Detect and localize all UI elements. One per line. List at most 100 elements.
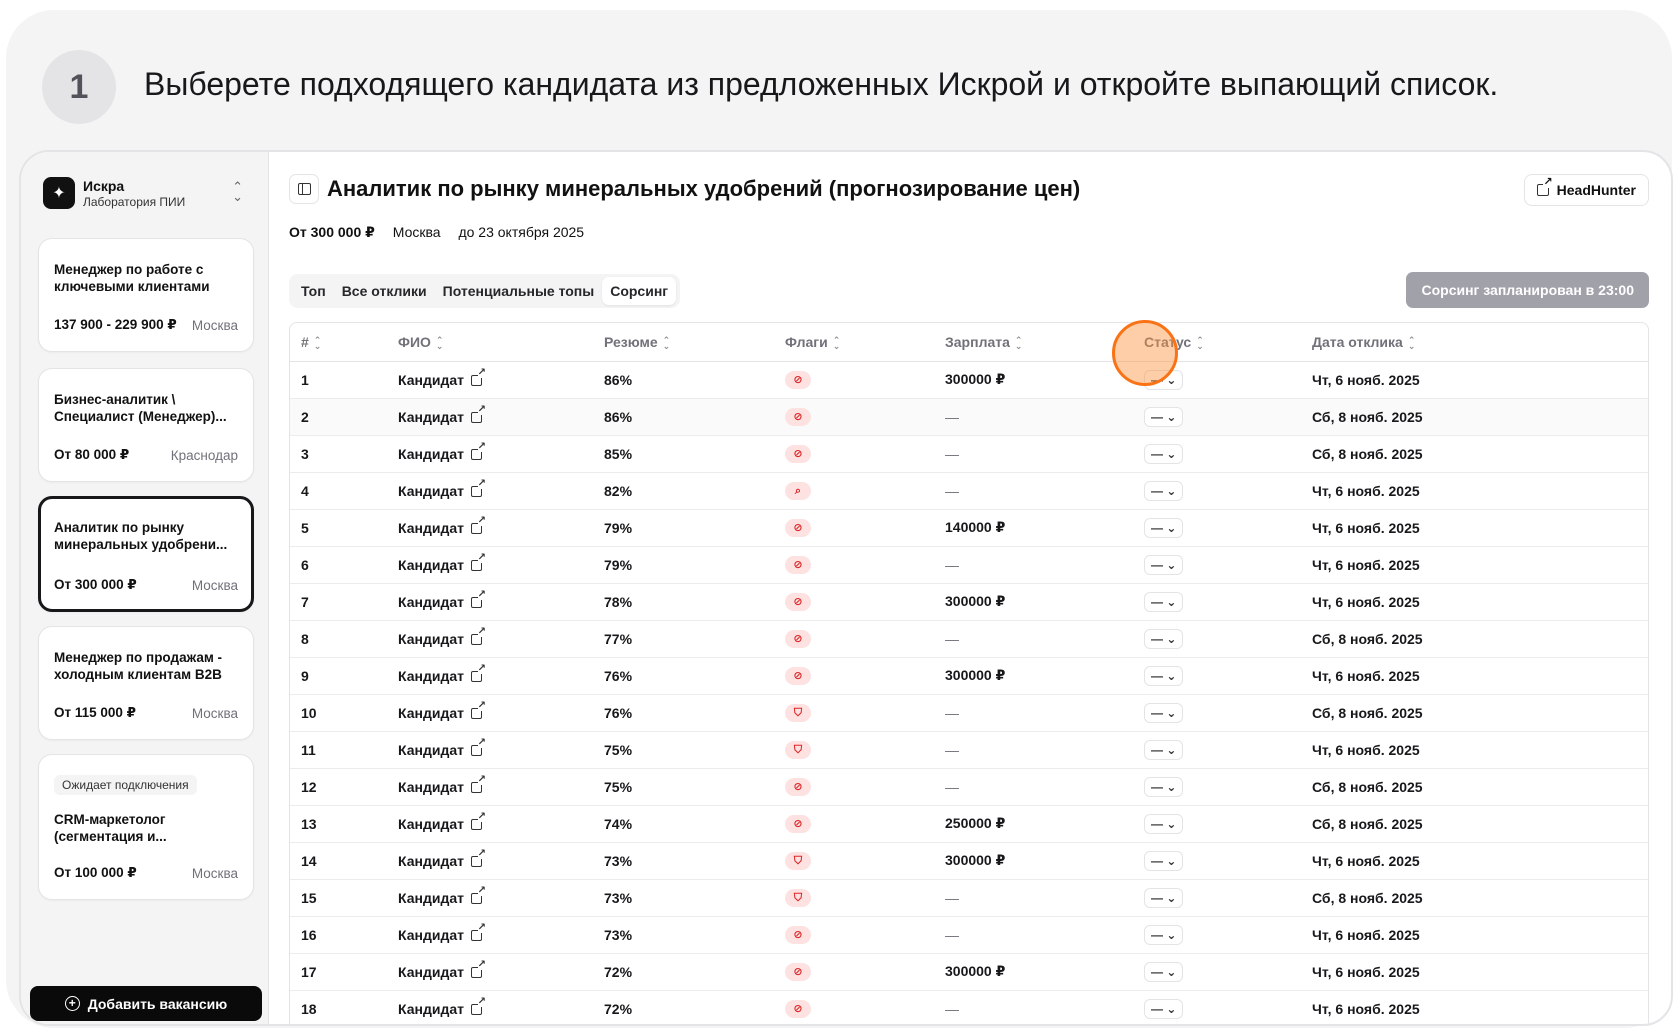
table-row[interactable]: 10Кандидат76%⛉—— ⌄Сб, 8 нояб. 2025 <box>290 694 1648 732</box>
column-header-name[interactable]: ФИО ⌃ ⌄ <box>387 323 593 362</box>
candidate-name[interactable]: Кандидат <box>387 583 593 621</box>
column-header-resume[interactable]: Резюме ⌃ ⌄ <box>593 323 774 362</box>
vacancy-card[interactable]: Ожидает подключения CRM-маркетолог (сегм… <box>38 754 254 900</box>
external-link-icon[interactable] <box>470 885 486 904</box>
status-dropdown[interactable]: — ⌄ <box>1144 850 1184 871</box>
block-flag-icon[interactable]: ⊘ <box>785 667 811 686</box>
sourcing-scheduled-button[interactable]: Сорсинг запланирован в 23:00 <box>1406 272 1649 308</box>
status-dropdown[interactable]: — ⌄ <box>1144 480 1184 501</box>
candidate-name[interactable]: Кандидат <box>387 916 593 954</box>
status-dropdown[interactable]: — ⌄ <box>1144 813 1184 834</box>
shield-flag-icon[interactable]: ⛉ <box>785 852 811 871</box>
status-dropdown[interactable]: — ⌄ <box>1144 517 1184 538</box>
table-row[interactable]: 11Кандидат75%⛉—— ⌄Чт, 6 нояб. 2025 <box>290 731 1648 769</box>
candidate-name[interactable]: Кандидат <box>387 398 593 436</box>
candidate-name[interactable]: Кандидат <box>387 620 593 658</box>
table-row[interactable]: 2Кандидат86%⊘—— ⌄Сб, 8 нояб. 2025 <box>290 398 1648 436</box>
headhunter-button[interactable]: HeadHunter <box>1523 174 1649 206</box>
candidate-name[interactable]: Кандидат <box>387 694 593 732</box>
external-link-icon[interactable] <box>470 515 486 534</box>
status-dropdown[interactable]: — ⌄ <box>1144 406 1184 427</box>
table-row[interactable]: 3Кандидат85%⊘—— ⌄Сб, 8 нояб. 2025 <box>290 435 1648 473</box>
shield-flag-icon[interactable]: ⛉ <box>785 704 811 723</box>
status-dropdown[interactable]: — ⌄ <box>1144 554 1184 575</box>
org-switcher[interactable]: ✦ Искра Лаборатория ПИИ ⌃ ⌄ <box>43 174 253 212</box>
status-dropdown[interactable]: — ⌄ <box>1144 887 1184 908</box>
external-link-icon[interactable] <box>470 367 486 386</box>
external-link-icon[interactable] <box>470 959 486 978</box>
tab-top[interactable]: Топ <box>293 277 334 305</box>
table-row[interactable]: 18Кандидат72%⊘—— ⌄Чт, 6 нояб. 2025 <box>290 990 1648 1024</box>
candidate-name[interactable]: Кандидат <box>387 435 593 473</box>
tab-sourcing[interactable]: Сорсинг <box>602 277 677 305</box>
block-flag-icon[interactable]: ⊘ <box>785 556 811 575</box>
external-link-icon[interactable] <box>470 552 486 571</box>
vacancy-card[interactable]: Бизнес-аналитик \ Специалист (Менеджер).… <box>38 368 254 482</box>
table-row[interactable]: 8Кандидат77%⊘—— ⌄Сб, 8 нояб. 2025 <box>290 620 1648 658</box>
status-dropdown[interactable]: — ⌄ <box>1144 998 1184 1019</box>
external-link-icon[interactable] <box>470 996 486 1015</box>
block-flag-icon[interactable]: ⊘ <box>785 408 811 427</box>
external-link-icon[interactable] <box>470 922 486 941</box>
table-row[interactable]: 17Кандидат72% ⊘ 300000 ₽ — ⌄ Чт, 6 нояб. 202… <box>290 953 1648 991</box>
external-link-icon[interactable] <box>470 737 486 756</box>
vacancy-card[interactable]: Менеджер по продажам - холодным клиентам… <box>38 626 254 740</box>
external-link-icon[interactable] <box>470 811 486 830</box>
candidate-name[interactable]: Кандидат <box>387 879 593 917</box>
status-dropdown[interactable]: — ⌄ <box>1144 702 1184 723</box>
candidate-name[interactable]: Кандидат <box>387 657 593 695</box>
block-flag-icon[interactable]: ⊘ <box>785 519 811 538</box>
tab-potential-tops[interactable]: Потенциальные топы <box>435 277 603 305</box>
column-header-salary[interactable]: Зарплата ⌃ ⌄ <box>934 323 1133 362</box>
add-vacancy-button[interactable]: + Добавить вакансию <box>30 986 262 1021</box>
column-header-number[interactable]: # ⌃ ⌄ <box>290 323 387 362</box>
candidate-name[interactable]: Кандидат <box>387 768 593 806</box>
status-dropdown[interactable]: — ⌄ <box>1144 739 1184 760</box>
table-row[interactable]: 7Кандидат78% ⊘ 300000 ₽ — ⌄ Чт, 6 нояб. 2025 <box>290 583 1648 621</box>
block-flag-icon[interactable]: ⊘ <box>785 1000 811 1019</box>
shield-flag-icon[interactable]: ⛉ <box>785 741 811 760</box>
candidate-name[interactable]: Кандидат <box>387 546 593 584</box>
column-header-date[interactable]: Дата отклика ⌃ ⌄ <box>1301 323 1648 362</box>
status-dropdown[interactable]: — ⌄ <box>1144 961 1184 982</box>
candidate-name[interactable]: Кандидат <box>387 472 593 510</box>
table-row[interactable]: 15Кандидат73%⛉—— ⌄Сб, 8 нояб. 2025 <box>290 879 1648 917</box>
shield-flag-icon[interactable]: ⛉ <box>785 889 811 908</box>
status-dropdown[interactable]: — ⌄ <box>1144 665 1184 686</box>
status-dropdown[interactable]: — ⌄ <box>1144 443 1184 464</box>
external-link-icon[interactable] <box>470 441 486 460</box>
status-dropdown[interactable]: — ⌄ <box>1144 628 1184 649</box>
external-link-icon[interactable] <box>470 700 486 719</box>
vacancy-card[interactable]: Менеджер по работе с ключевыми клиентами… <box>38 238 254 352</box>
status-dropdown[interactable]: — ⌄ <box>1144 591 1184 612</box>
block-flag-icon[interactable]: ⊘ <box>785 630 811 649</box>
block-flag-icon[interactable]: ⊘ <box>785 815 811 834</box>
block-flag-icon[interactable]: ⊘ <box>785 778 811 797</box>
block-flag-icon[interactable]: ⊘ <box>785 445 811 464</box>
block-flag-icon[interactable]: ⊘ <box>785 926 811 945</box>
tab-all-responses[interactable]: Все отклики <box>334 277 435 305</box>
candidate-name[interactable]: Кандидат <box>387 509 593 547</box>
status-dropdown[interactable]: — ⌄ <box>1144 776 1184 797</box>
block-flag-icon[interactable]: ⊘ <box>785 593 811 612</box>
external-link-icon[interactable] <box>470 404 486 423</box>
candidate-name[interactable]: Кандидат <box>387 731 593 769</box>
candidate-name[interactable]: Кандидат <box>387 805 593 843</box>
vacancy-card-active[interactable]: Аналитик по рынку минеральных удобрени..… <box>38 496 254 612</box>
candidate-name[interactable]: Кандидат <box>387 842 593 880</box>
block-flag-icon[interactable]: ⊘ <box>785 963 811 982</box>
status-dropdown[interactable]: — ⌄ <box>1144 924 1184 945</box>
table-row[interactable]: 14Кандидат73% ⛉ 300000 ₽ — ⌄ Чт, 6 нояб. 202… <box>290 842 1648 880</box>
table-row[interactable]: 5Кандидат79% ⊘ 140000 ₽ — ⌄ Чт, 6 нояб. 2025 <box>290 509 1648 547</box>
external-link-icon[interactable] <box>470 626 486 645</box>
table-row[interactable]: 16Кандидат73%⊘—— ⌄Чт, 6 нояб. 2025 <box>290 916 1648 954</box>
table-row[interactable]: 12Кандидат75%⊘—— ⌄Сб, 8 нояб. 2025 <box>290 768 1648 806</box>
candidate-name[interactable]: Кандидат <box>387 361 593 399</box>
external-link-icon[interactable] <box>470 663 486 682</box>
external-link-icon[interactable] <box>470 774 486 793</box>
table-row[interactable]: 6Кандидат79%⊘—— ⌄Чт, 6 нояб. 2025 <box>290 546 1648 584</box>
table-row[interactable]: 9Кандидат76% ⊘ 300000 ₽ — ⌄ Чт, 6 нояб. 2025 <box>290 657 1648 695</box>
column-header-flags[interactable]: Флаги ⌃ ⌄ <box>774 323 934 362</box>
candidate-name[interactable]: Кандидат <box>387 953 593 991</box>
block-flag-icon[interactable]: ⊘ <box>785 371 811 390</box>
